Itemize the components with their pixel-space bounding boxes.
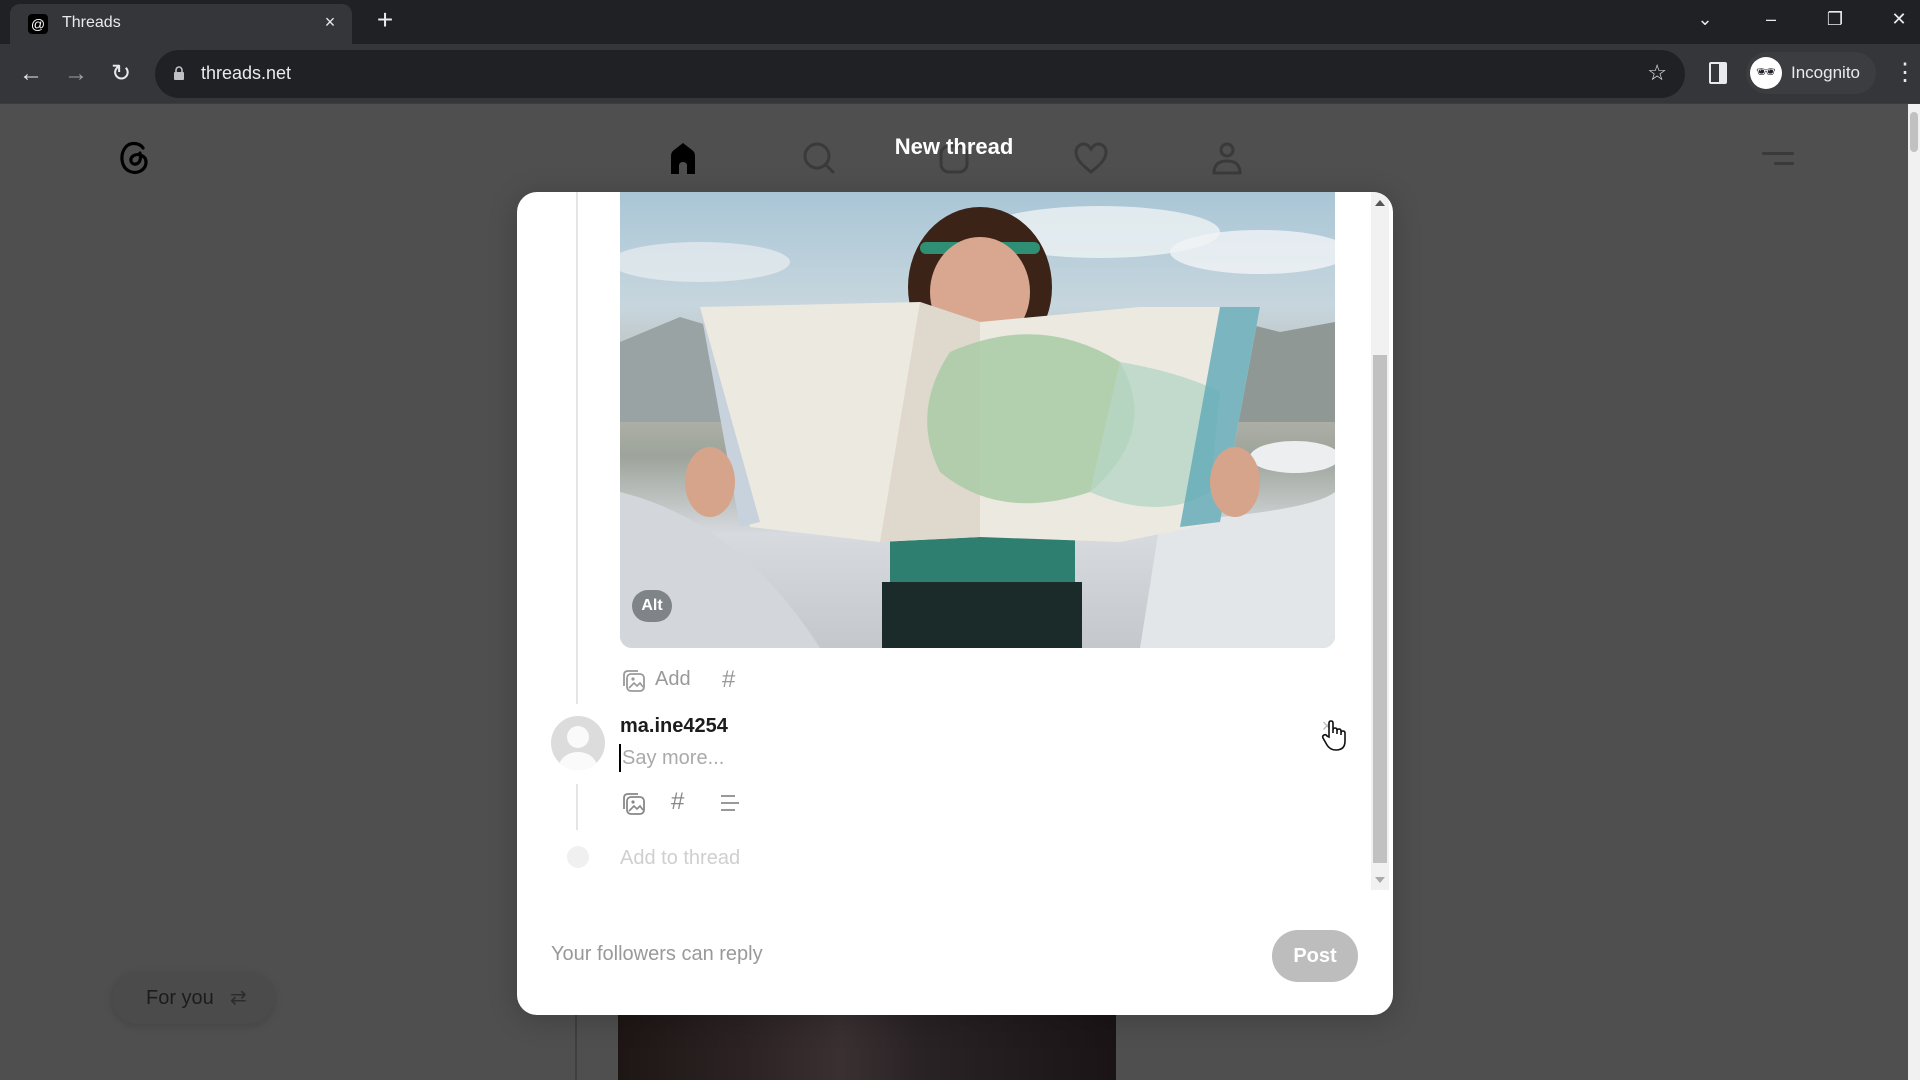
post-button[interactable]: Post (1272, 930, 1358, 982)
restore-button[interactable]: ❐ (1812, 4, 1858, 34)
incognito-label: Incognito (1791, 63, 1860, 82)
threads-favicon-icon: @ (28, 14, 48, 34)
add-to-thread-avatar (567, 846, 589, 868)
page-menu-icon[interactable] (1760, 150, 1794, 170)
profile-icon[interactable] (1207, 138, 1247, 178)
reply-permission-setting[interactable]: Your followers can reply (551, 943, 763, 966)
user-avatar (551, 716, 605, 770)
url-text[interactable]: threads.net (201, 63, 291, 84)
feed-toggle-button[interactable]: For you ⇄ (112, 972, 274, 1024)
modal-scrollbar-thumb[interactable] (1373, 355, 1387, 863)
side-panel-icon[interactable] (1709, 62, 1727, 84)
incognito-icon: 🕶 (1750, 57, 1782, 89)
lock-icon (174, 66, 184, 80)
add-to-thread-button[interactable]: Add to thread (620, 847, 740, 870)
browser-tab[interactable]: @ Threads × (10, 4, 352, 44)
search-icon[interactable] (799, 138, 839, 178)
modal-scrollbar[interactable] (1371, 192, 1389, 890)
thread-connector-line (576, 784, 578, 830)
hashtag-icon[interactable]: # (722, 666, 735, 694)
browser-tab-bar: @ Threads × + ⌄ – ❐ ✕ (0, 0, 1920, 44)
forward-button[interactable]: → (59, 57, 93, 91)
reply-text-input[interactable] (619, 744, 1219, 772)
page-scrollbar[interactable] (1908, 104, 1920, 1080)
swap-arrows-icon: ⇄ (230, 987, 247, 1009)
incognito-profile-button[interactable]: 🕶 Incognito (1746, 52, 1876, 94)
attached-image[interactable]: Alt (620, 192, 1335, 648)
close-window-button[interactable]: ✕ (1876, 4, 1920, 34)
tab-title: Threads (62, 14, 121, 31)
reload-button[interactable]: ↻ (104, 57, 138, 91)
reply-toolbar: # (621, 788, 821, 819)
image-illustration (620, 206, 1335, 648)
new-thread-modal: Alt Add # ma.ine4254 × # Add to t (517, 192, 1393, 1015)
hashtag-icon[interactable]: # (671, 788, 684, 816)
add-media-icon[interactable] (621, 668, 647, 694)
username: ma.ine4254 (620, 715, 728, 737)
browser-menu-icon[interactable]: ⋮ (1893, 58, 1917, 87)
tab-close-icon[interactable]: × (318, 10, 342, 34)
text-format-icon[interactable] (719, 795, 743, 813)
add-media-label[interactable]: Add (655, 668, 691, 691)
minimize-button[interactable]: – (1748, 4, 1794, 34)
background-feed-image (618, 1015, 1116, 1080)
tab-search-icon[interactable]: ⌄ (1682, 4, 1728, 34)
home-icon[interactable] (663, 138, 703, 178)
add-media-icon[interactable] (621, 791, 647, 817)
scroll-down-arrow-icon[interactable] (1375, 877, 1385, 883)
threads-logo-icon[interactable] (113, 136, 155, 178)
mouse-pointer-hand-icon (1321, 720, 1346, 751)
modal-title: New thread (894, 134, 1014, 159)
new-tab-button[interactable]: + (370, 6, 400, 36)
scroll-up-arrow-icon[interactable] (1375, 200, 1385, 206)
heart-icon[interactable] (1071, 138, 1111, 178)
browser-toolbar: ← → ↻ threads.net ☆ 🕶 Incognito ⋮ (0, 44, 1920, 104)
background-thread-line (575, 1015, 577, 1080)
page-scrollbar-thumb[interactable] (1910, 112, 1918, 152)
address-bar[interactable]: threads.net ☆ (155, 50, 1685, 98)
bookmark-star-icon[interactable]: ☆ (1647, 60, 1667, 86)
thread-connector-line (576, 192, 578, 704)
alt-text-button[interactable]: Alt (632, 590, 672, 622)
back-button[interactable]: ← (14, 57, 48, 91)
feed-toggle-label: For you (146, 987, 214, 1009)
